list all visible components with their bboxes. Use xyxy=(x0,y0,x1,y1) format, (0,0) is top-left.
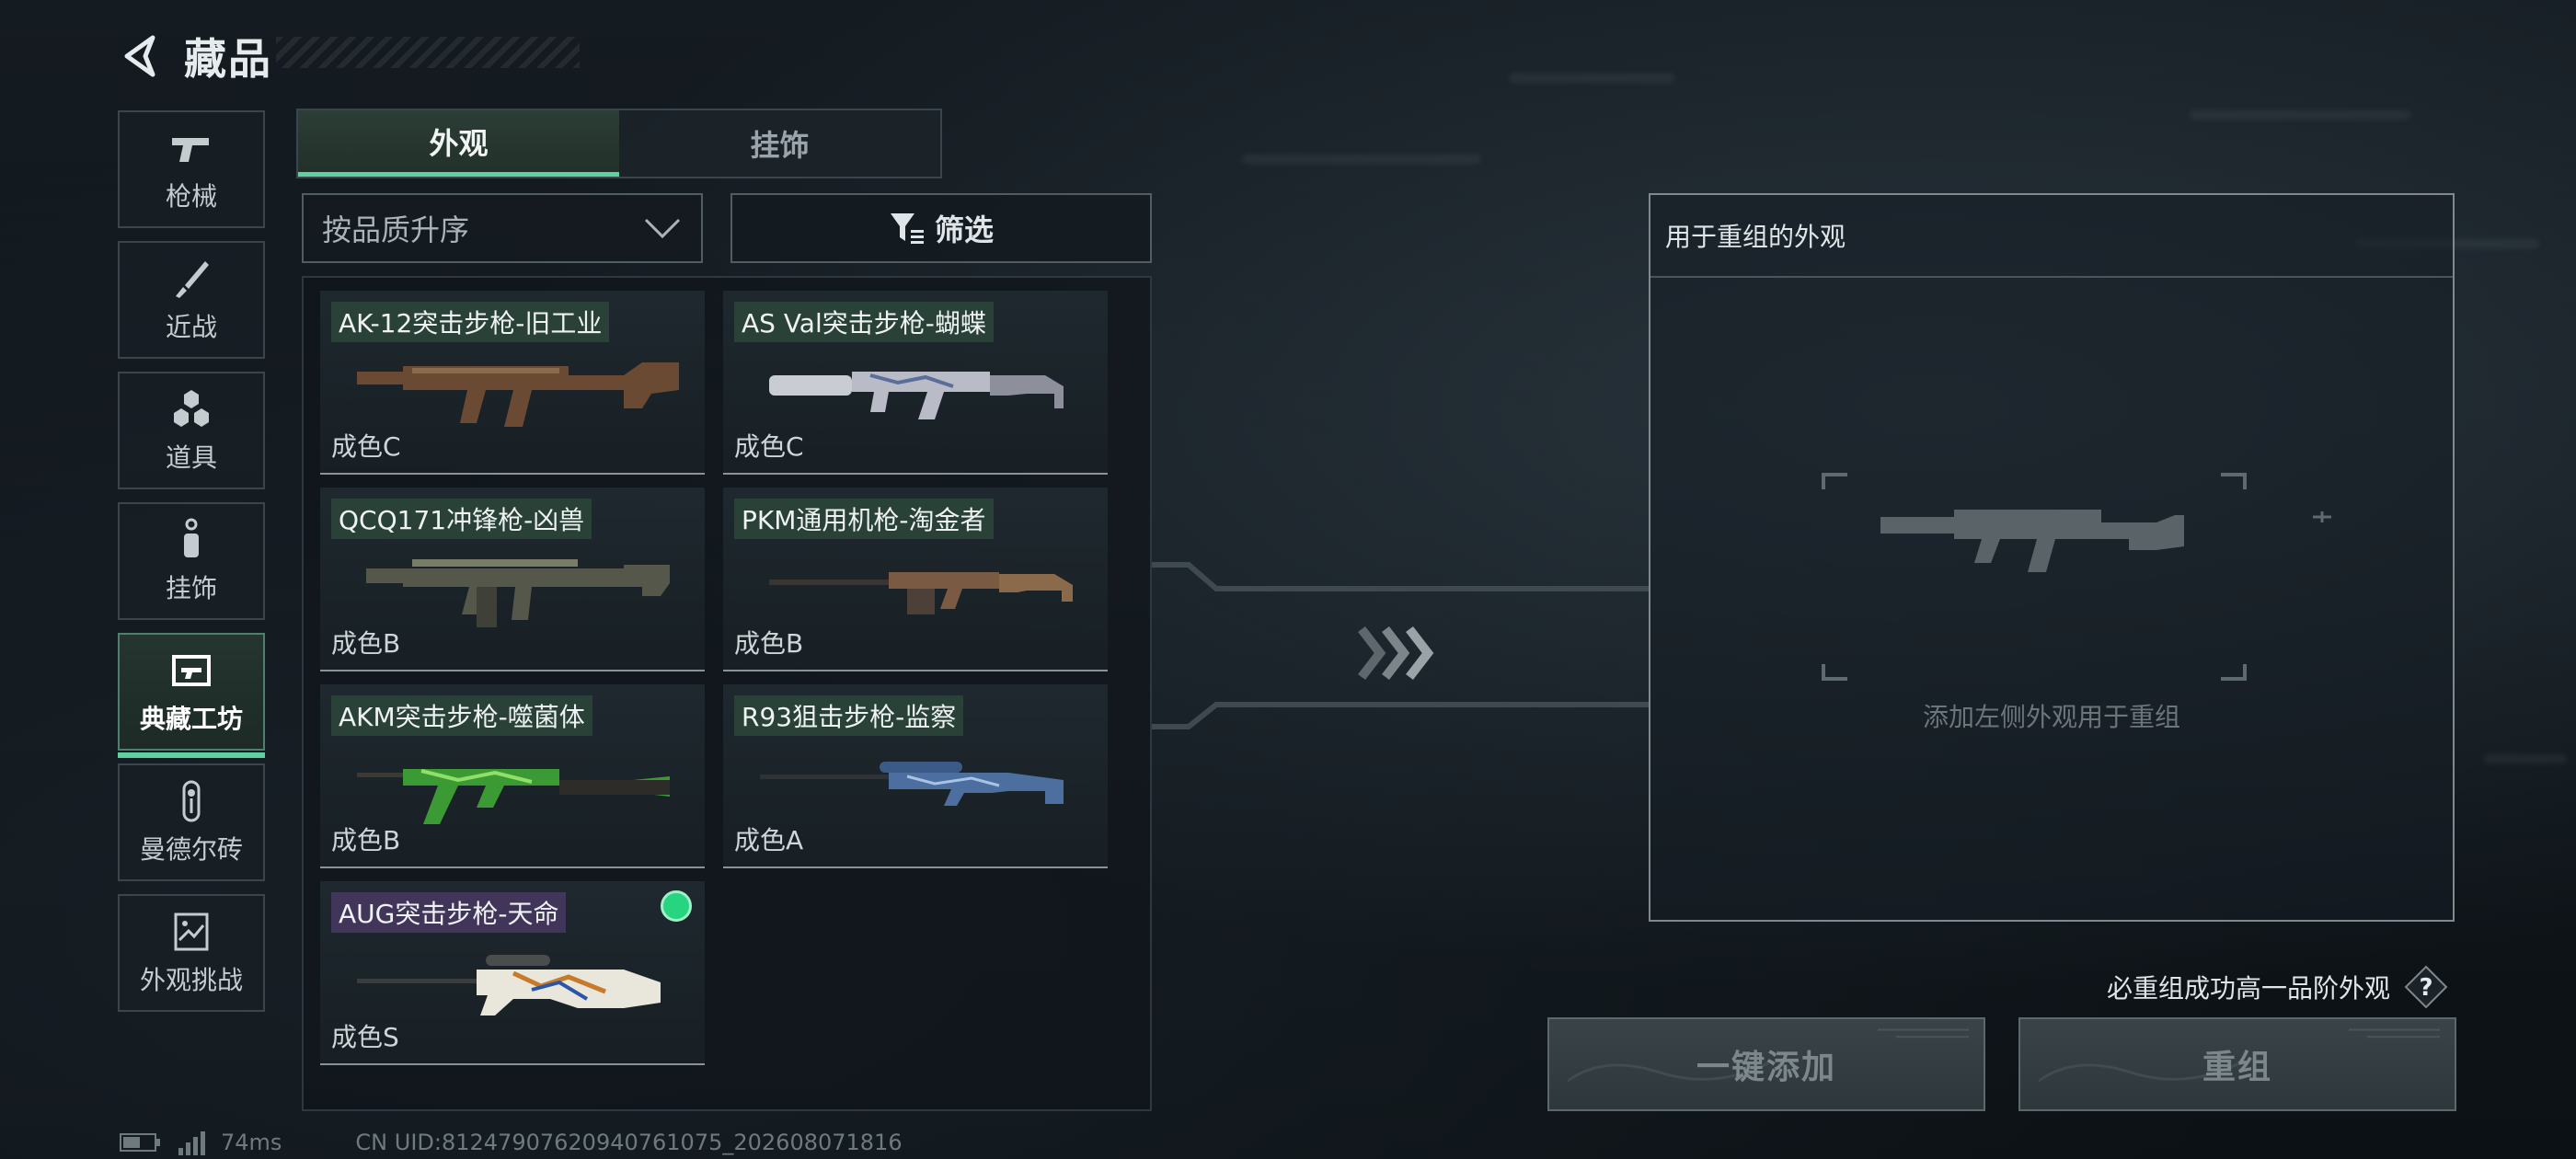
skin-card-title: AUG突击步枪-天命 xyxy=(331,892,567,933)
charm-tag-icon xyxy=(184,518,199,557)
side-navigation: 枪械 近战 道具 挂饰 典藏工坊 曼德尔砖 外观挑战 xyxy=(118,110,265,1025)
title-hatch-decoration xyxy=(276,37,580,68)
sidebar-item-label: 典藏工坊 xyxy=(139,704,243,734)
connector-lines-decoration xyxy=(1152,562,1649,729)
skin-card-r93[interactable]: R93狙击步枪-监察 成色A xyxy=(723,684,1108,868)
recombine-panel: 用于重组的外观 添加左侧外观用于重组 xyxy=(1649,193,2455,922)
header: 藏品 xyxy=(118,26,272,86)
sidebar-item-label: 道具 xyxy=(165,442,217,473)
skin-card-title: PKM通用机枪-淘金者 xyxy=(734,499,994,539)
aug-rifle-image xyxy=(357,955,661,1016)
svg-text:?: ? xyxy=(2419,974,2432,1002)
forward-chevrons-icon xyxy=(1358,625,1434,681)
filter-label: 筛选 xyxy=(934,212,994,247)
mandel-brick-icon xyxy=(182,780,201,822)
status-bar: 74ms CN UID:81247907620940761075_2026080… xyxy=(120,1130,903,1155)
skin-card-akm[interactable]: AKM突击步枪-噬菌体 成色B xyxy=(320,684,705,868)
skin-card-grade: 成色C xyxy=(734,431,804,462)
category-tabs: 外观 挂饰 xyxy=(296,109,942,178)
ping-value: 74ms xyxy=(221,1130,282,1155)
filter-funnel-icon xyxy=(890,213,924,244)
tab-charms[interactable]: 挂饰 xyxy=(619,110,940,177)
sidebar-item-label: 挂饰 xyxy=(165,573,217,603)
skin-card-title: AS Val突击步枪-蝴蝶 xyxy=(734,302,994,342)
ak12-rifle-image xyxy=(357,362,679,427)
sidebar-item-skin-challenge[interactable]: 外观挑战 xyxy=(118,894,265,1012)
filter-button[interactable]: 筛选 xyxy=(730,193,1152,263)
battery-icon xyxy=(120,1133,160,1152)
guarantee-note: 必重组成功高一品阶外观 ? xyxy=(2107,964,2449,1010)
skin-card-title: QCQ171冲锋枪-凶兽 xyxy=(331,499,592,539)
empty-weapon-slot-icon[interactable] xyxy=(1779,462,2331,692)
challenge-map-icon xyxy=(174,912,209,951)
sidebar-item-melee[interactable]: 近战 xyxy=(118,241,265,359)
sidebar-item-guns[interactable]: 枪械 xyxy=(118,110,265,228)
sidebar-item-label: 近战 xyxy=(165,312,217,342)
skin-card-aug[interactable]: AUG突击步枪-天命 成色S xyxy=(320,881,705,1065)
sidebar-item-label: 曼德尔砖 xyxy=(139,834,243,865)
skin-card-title: AKM突击步枪-噬菌体 xyxy=(331,695,592,736)
sidebar-item-mandel-brick[interactable]: 曼德尔砖 xyxy=(118,763,265,881)
sidebar-item-charms[interactable]: 挂饰 xyxy=(118,502,265,620)
skin-card-grade: 成色S xyxy=(331,1022,399,1052)
knife-icon xyxy=(176,261,209,298)
asval-rifle-image xyxy=(769,372,1064,419)
skin-card-grade: 成色B xyxy=(331,825,401,855)
skin-card-grade: 成色B xyxy=(331,628,401,659)
skin-card-grade: 成色B xyxy=(734,628,804,659)
back-arrow-icon[interactable] xyxy=(118,32,166,80)
button-texture-decoration xyxy=(2037,1028,2441,1083)
guarantee-text: 必重组成功高一品阶外观 xyxy=(2107,973,2391,1004)
chevron-down-icon xyxy=(644,218,681,239)
skin-card-grade: 成色A xyxy=(734,825,804,855)
pkm-machinegun-image xyxy=(769,572,1073,614)
skin-card-qcq171[interactable]: QCQ171冲锋枪-凶兽 成色B xyxy=(320,488,705,671)
skin-card-ak12[interactable]: AK-12突击步枪-旧工业 成色C xyxy=(320,291,705,475)
sort-dropdown[interactable]: 按品质升序 xyxy=(302,193,703,263)
sidebar-item-gear[interactable]: 道具 xyxy=(118,372,265,489)
skin-card-title: AK-12突击步枪-旧工业 xyxy=(331,302,610,342)
recombine-button[interactable]: 重组 xyxy=(2018,1017,2456,1111)
skin-card-asval[interactable]: AS Val突击步枪-蝴蝶 成色C xyxy=(723,291,1108,475)
pistol-icon xyxy=(172,138,209,162)
akm-rifle-image xyxy=(357,769,670,824)
add-all-button[interactable]: 一键添加 xyxy=(1547,1017,1985,1111)
skin-grid: AK-12突击步枪-旧工业 成色C AS Val突击步枪-蝴蝶 成色C QCQ1… xyxy=(302,276,1152,1111)
workshop-frame-icon xyxy=(172,655,211,686)
sidebar-item-workshop[interactable]: 典藏工坊 xyxy=(118,633,265,758)
r93-sniper-image xyxy=(760,762,1064,806)
recombine-empty-hint: 添加左侧外观用于重组 xyxy=(1922,702,2180,732)
recombine-panel-title: 用于重组的外观 xyxy=(1650,195,2453,278)
sidebar-item-label: 外观挑战 xyxy=(139,965,243,995)
skin-card-pkm[interactable]: PKM通用机枪-淘金者 成色B xyxy=(723,488,1108,671)
sort-selected-value: 按品质升序 xyxy=(322,212,470,247)
button-texture-decoration xyxy=(1566,1028,1970,1083)
qcq171-smg-image xyxy=(366,559,670,627)
skin-card-title: R93狙击步枪-监察 xyxy=(734,695,964,736)
help-question-icon[interactable]: ? xyxy=(2403,964,2449,1010)
tab-skins[interactable]: 外观 xyxy=(298,110,619,177)
selected-indicator-dot xyxy=(661,890,692,922)
grenades-icon xyxy=(174,390,209,427)
skin-card-grade: 成色C xyxy=(331,431,401,462)
page-title: 藏品 xyxy=(184,34,272,84)
user-uid: CN UID:81247907620940761075_202608071816 xyxy=(355,1130,903,1155)
signal-strength-icon xyxy=(178,1131,205,1155)
sidebar-item-label: 枪械 xyxy=(165,181,217,212)
